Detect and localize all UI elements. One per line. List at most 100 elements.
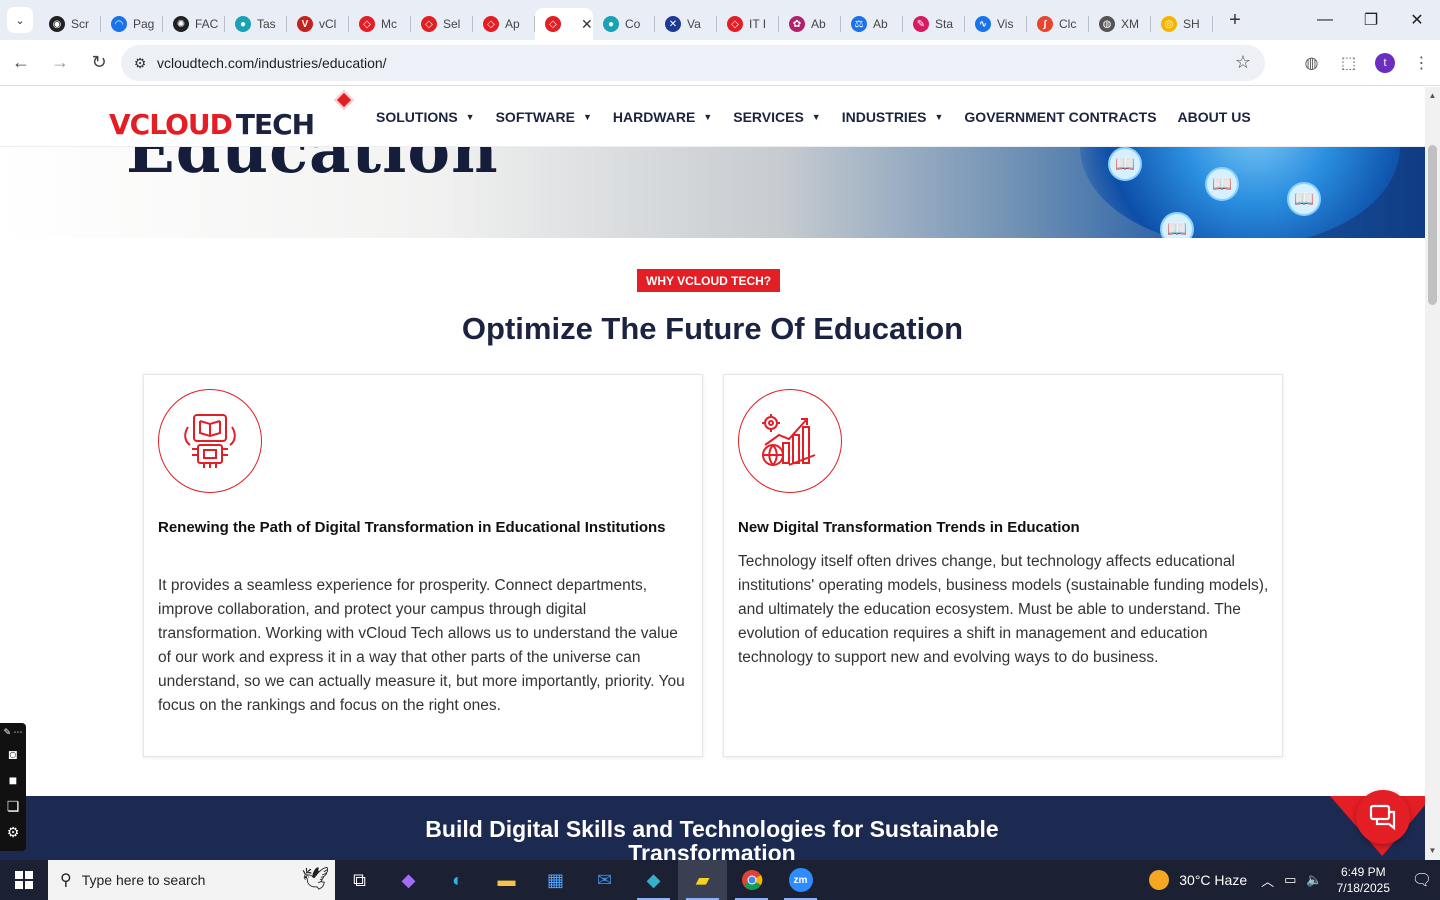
url-text[interactable]: vcloudtech.com/industries/education/ [157, 55, 387, 71]
page-scrollbar[interactable]: ▲ ▼ [1425, 87, 1440, 860]
section-title: Optimize The Future Of Education [461, 311, 964, 346]
nav-item-solutions[interactable]: SOLUTIONS ▼ [376, 109, 475, 125]
nav-item-software[interactable]: SOFTWARE ▼ [496, 109, 592, 125]
video-icon[interactable]: ■ [0, 767, 26, 793]
tab-title: Va [687, 17, 701, 31]
browser-tab[interactable]: ● Tas [225, 8, 287, 40]
tab-favicon-icon: ◇ [359, 16, 375, 32]
nav-item-hardware[interactable]: HARDWARE ▼ [613, 109, 712, 125]
sticky-notes-icon[interactable]: ▰ [678, 860, 727, 900]
settings-gear-icon[interactable]: ⚙ [0, 819, 26, 845]
tab-title: Tas [257, 17, 276, 31]
mail-icon[interactable]: ✉ [580, 860, 629, 900]
browser-tab[interactable]: ∿ Vis [965, 8, 1027, 40]
nav-item-services[interactable]: SERVICES ▼ [733, 109, 820, 125]
capture-toolbar: ✎ ⋯ ◙ ■ ❏ ⚙ [0, 723, 26, 851]
camera-icon[interactable]: ◙ [0, 741, 26, 767]
tab-title: Sel [443, 17, 461, 31]
chat-button[interactable] [1356, 790, 1410, 844]
browser-tab[interactable]: ∫ Clc [1027, 8, 1089, 40]
close-window-icon[interactable]: ✕ [1394, 0, 1440, 40]
copilot-icon[interactable]: ◆ [384, 860, 433, 900]
tab-title: Ab [811, 17, 826, 31]
tab-favicon-icon: ✕ [665, 16, 681, 32]
restore-icon[interactable]: ❐ [1348, 0, 1394, 40]
windows-logo-icon [15, 871, 33, 889]
menu-kebab-icon[interactable]: ⋮ [1403, 45, 1440, 81]
new-tab-button[interactable]: + [1221, 9, 1249, 32]
network-icon[interactable]: ▭ [1284, 872, 1296, 888]
browser-tab[interactable]: ✺ FAC [163, 8, 225, 40]
browser-tab[interactable]: ✕ Va [655, 8, 717, 40]
profile-avatar[interactable]: t [1375, 53, 1395, 73]
nav-item-about-us[interactable]: ABOUT US [1178, 109, 1251, 125]
start-button[interactable] [0, 860, 48, 900]
reload-icon[interactable]: ↻ [81, 45, 117, 81]
site-logo[interactable]: VCLOUD TECH [109, 90, 354, 139]
app-diamond-icon[interactable]: ◆ [629, 860, 678, 900]
translate-icon[interactable]: ◍ [1293, 45, 1330, 81]
volume-icon[interactable]: 🔈 [1306, 872, 1322, 888]
browser-tab[interactable]: ✎ Sta [903, 8, 965, 40]
nav-item-label: ABOUT US [1177, 109, 1251, 125]
nav-item-label: SOFTWARE [495, 109, 575, 125]
browser-tab[interactable]: ◎ SH [1151, 8, 1213, 40]
tab-title: SH [1183, 17, 1200, 31]
forward-icon[interactable]: → [42, 45, 78, 81]
tab-list: ◉ Scr ◠ Pag ✺ FAC ● Tas VvCl ◇ Mc ◇ Sel ◇ Ap ◇ ✕ ● Co ✕ Va ◇ I… [39, 0, 1213, 40]
browser-tab[interactable]: ◇ Sel [411, 8, 473, 40]
edge-icon[interactable]: ◐ [433, 860, 482, 900]
caret-down-icon: ▼ [703, 112, 713, 122]
bookmark-star-icon[interactable]: ☆ [1235, 52, 1251, 73]
tab-title: Mc [381, 17, 397, 31]
tab-favicon-icon: ● [603, 16, 619, 32]
tab-title: vCl [319, 17, 337, 31]
close-tab-icon[interactable]: ✕ [581, 16, 593, 33]
task-view-icon[interactable]: ⧉ [335, 860, 384, 900]
browser-tab[interactable]: ◇ IT I [717, 8, 779, 40]
scroll-up-icon[interactable]: ▲ [1425, 89, 1440, 103]
browser-tab[interactable]: ◍ XM [1089, 8, 1151, 40]
tab-favicon-icon: ◇ [483, 16, 499, 32]
site-info-icon[interactable]: ⚙ [125, 55, 155, 72]
nav-item-label: SERVICES [733, 109, 804, 125]
toolbar-more-icon[interactable]: ✎ ⋯ [0, 723, 26, 741]
scroll-down-icon[interactable]: ▼ [1425, 844, 1440, 858]
chrome-icon[interactable] [727, 860, 776, 900]
tab-favicon-icon: ◇ [545, 16, 561, 32]
window-capture-icon[interactable]: ❏ [0, 793, 26, 819]
extensions-icon[interactable]: ⬚ [1330, 45, 1367, 81]
caret-down-icon: ▼ [465, 112, 475, 122]
browser-tab[interactable]: ● Co [593, 8, 655, 40]
browser-tab[interactable]: ◉ Scr [39, 8, 101, 40]
browser-tab[interactable]: ◇ ✕ [535, 8, 593, 40]
store-icon[interactable]: ▦ [531, 860, 580, 900]
taskbar-search[interactable]: ⚲ Type here to search 🕊 [48, 860, 335, 900]
book-icon: 📖 [1287, 182, 1321, 216]
back-icon[interactable]: ← [3, 45, 39, 81]
weather-widget[interactable]: 30°C Haze [1149, 870, 1247, 890]
tray-chevron-icon[interactable]: ︿ [1261, 871, 1274, 890]
nav-item-industries[interactable]: INDUSTRIES ▼ [842, 109, 944, 125]
browser-tab[interactable]: ⚖ Ab [841, 8, 903, 40]
tab-search-button[interactable]: ⌄ [7, 7, 33, 33]
zoom-icon[interactable]: zm [776, 860, 825, 900]
scroll-thumb[interactable] [1428, 145, 1437, 305]
tab-favicon-icon: V [297, 16, 313, 32]
nav-item-government-contracts[interactable]: GOVERNMENT CONTRACTS [964, 109, 1156, 125]
minimize-icon[interactable]: — [1302, 0, 1348, 40]
browser-tab[interactable]: ◇ Mc [349, 8, 411, 40]
address-bar[interactable]: ⚙ vcloudtech.com/industries/education/ ☆ [121, 45, 1265, 81]
caret-down-icon: ▼ [811, 112, 821, 122]
tab-favicon-icon: ◉ [49, 16, 65, 32]
browser-tab[interactable]: ◠ Pag [101, 8, 163, 40]
tab-favicon-icon: ◎ [1161, 16, 1177, 32]
clock[interactable]: 6:49 PM 7/18/2025 [1337, 864, 1390, 896]
tab-title: Vis [997, 17, 1014, 31]
notifications-icon[interactable]: 🗨 [1404, 860, 1440, 900]
browser-tab[interactable]: ◇ Ap [473, 8, 535, 40]
browser-tab[interactable]: VvCl [287, 8, 349, 40]
browser-tab[interactable]: ✿ Ab [779, 8, 841, 40]
tab-title: Ab [873, 17, 888, 31]
file-explorer-icon[interactable]: ▬ [482, 860, 531, 900]
